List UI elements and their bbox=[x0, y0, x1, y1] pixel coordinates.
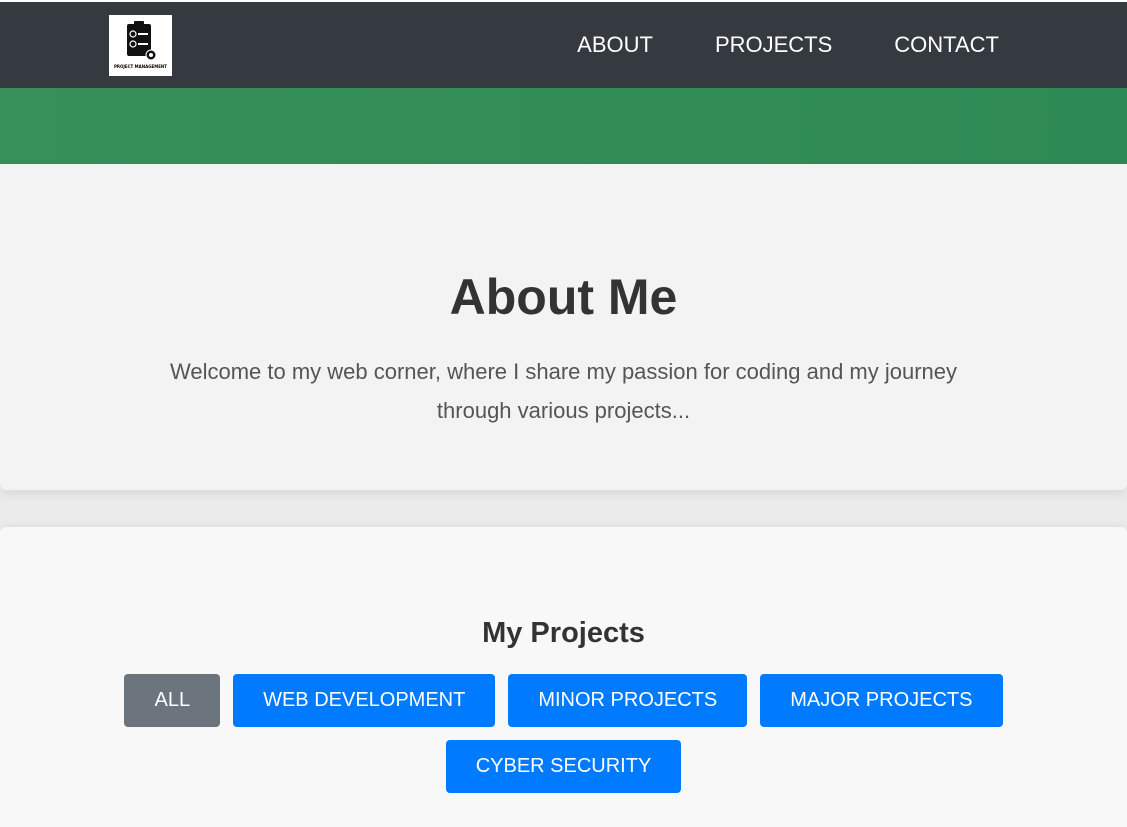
filter-bar: ALL WEB DEVELOPMENT MINOR PROJECTS MAJOR… bbox=[0, 674, 1127, 727]
filter-cyber-security-button[interactable]: CYBER SECURITY bbox=[445, 740, 682, 793]
filter-bar-second-row: CYBER SECURITY bbox=[0, 740, 1127, 793]
filter-major-projects-button[interactable]: MAJOR PROJECTS bbox=[760, 674, 1003, 727]
about-text: Welcome to my web corner, where I share … bbox=[169, 359, 958, 423]
nav-about-link[interactable]: ABOUT bbox=[577, 32, 653, 58]
clipboard-gear-icon bbox=[126, 21, 156, 61]
about-title: About Me bbox=[449, 269, 678, 325]
nav-projects-link[interactable]: PROJECTS bbox=[715, 32, 832, 58]
logo-text: PROJECT MANAGEMENT bbox=[113, 64, 167, 69]
hero-banner bbox=[0, 88, 1127, 164]
filter-all-button[interactable]: ALL bbox=[124, 674, 221, 727]
brand-logo[interactable]: PROJECT MANAGEMENT bbox=[109, 15, 172, 76]
nav-links: ABOUT PROJECTS CONTACT bbox=[577, 2, 999, 88]
filter-web-development-button[interactable]: WEB DEVELOPMENT bbox=[233, 674, 496, 727]
navbar: PROJECT MANAGEMENT ABOUT PROJECTS CONTAC… bbox=[0, 2, 1127, 88]
nav-contact-link[interactable]: CONTACT bbox=[894, 32, 999, 58]
about-section: About Me Welcome to my web corner, where… bbox=[0, 164, 1127, 490]
projects-title: My Projects bbox=[482, 617, 645, 649]
projects-section: My Projects ALL WEB DEVELOPMENT MINOR PR… bbox=[0, 527, 1127, 827]
filter-minor-projects-button[interactable]: MINOR PROJECTS bbox=[508, 674, 748, 727]
